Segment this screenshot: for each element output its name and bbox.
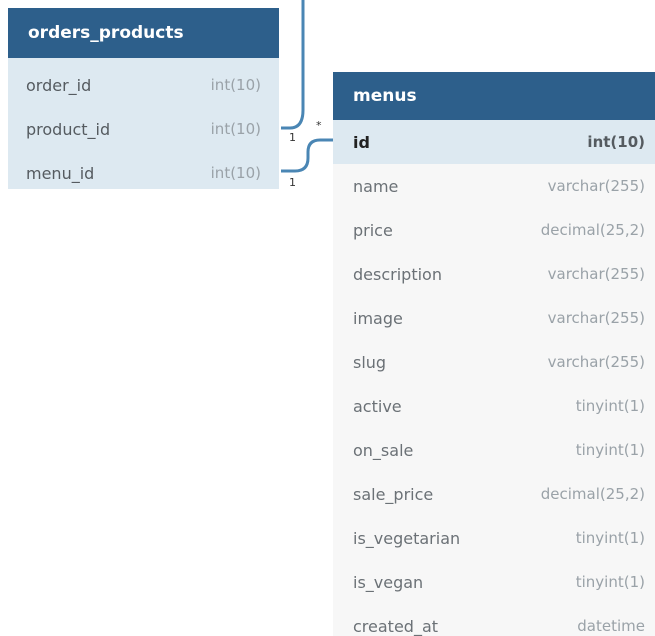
column-type: int(10) bbox=[210, 164, 261, 182]
column-type: varchar(255) bbox=[547, 353, 645, 371]
column-name: image bbox=[353, 308, 403, 328]
column-row-menu-id[interactable]: menu_id int(10) bbox=[8, 151, 279, 195]
menus-title: menus bbox=[333, 72, 655, 120]
column-row-image[interactable]: image varchar(255) bbox=[333, 296, 655, 340]
column-row-id[interactable]: id int(10) bbox=[333, 120, 655, 164]
column-name: slug bbox=[353, 352, 387, 372]
orders-products-columns: order_id int(10) product_id int(10) menu… bbox=[8, 58, 279, 189]
column-row-product-id[interactable]: product_id int(10) bbox=[8, 107, 279, 151]
column-type: datetime bbox=[577, 617, 645, 635]
column-type: int(10) bbox=[210, 120, 261, 138]
column-type: varchar(255) bbox=[547, 309, 645, 327]
column-row-sale-price[interactable]: sale_price decimal(25,2) bbox=[333, 472, 655, 516]
orders-products-title: orders_products bbox=[8, 8, 279, 58]
column-name: product_id bbox=[26, 119, 111, 139]
column-row-is-vegan[interactable]: is_vegan tinyint(1) bbox=[333, 560, 655, 604]
column-row-slug[interactable]: slug varchar(255) bbox=[333, 340, 655, 384]
column-name: on_sale bbox=[353, 440, 414, 460]
column-name: order_id bbox=[26, 75, 92, 95]
menus-table[interactable]: menus id int(10) name varchar(255) price… bbox=[333, 72, 655, 636]
column-row-description[interactable]: description varchar(255) bbox=[333, 252, 655, 296]
column-row-name[interactable]: name varchar(255) bbox=[333, 164, 655, 208]
relation-label-one-product: 1 bbox=[289, 131, 296, 144]
column-row-created-at[interactable]: created_at datetime bbox=[333, 604, 655, 636]
column-name: description bbox=[353, 264, 442, 284]
column-row-order-id[interactable]: order_id int(10) bbox=[8, 63, 279, 107]
column-type: varchar(255) bbox=[547, 265, 645, 283]
column-name: active bbox=[353, 396, 402, 416]
relation-label-one-menu: 1 bbox=[289, 176, 296, 189]
column-type: tinyint(1) bbox=[575, 441, 645, 459]
relation-label-many: * bbox=[316, 119, 322, 132]
column-row-active[interactable]: active tinyint(1) bbox=[333, 384, 655, 428]
column-name: created_at bbox=[353, 616, 439, 636]
column-name: is_vegetarian bbox=[353, 528, 461, 548]
column-name: is_vegan bbox=[353, 572, 424, 592]
column-type: tinyint(1) bbox=[575, 529, 645, 547]
relation-line-product bbox=[281, 0, 305, 130]
menus-columns: id int(10) name varchar(255) price decim… bbox=[333, 120, 655, 636]
orders-products-table[interactable]: orders_products order_id int(10) product… bbox=[8, 8, 279, 189]
relation-line-menu bbox=[281, 138, 333, 173]
column-row-is-vegetarian[interactable]: is_vegetarian tinyint(1) bbox=[333, 516, 655, 560]
column-type: decimal(25,2) bbox=[540, 485, 645, 503]
column-type: tinyint(1) bbox=[575, 573, 645, 591]
column-name: menu_id bbox=[26, 163, 95, 183]
column-type: decimal(25,2) bbox=[540, 221, 645, 239]
column-name: sale_price bbox=[353, 484, 434, 504]
column-type: varchar(255) bbox=[547, 177, 645, 195]
column-name: price bbox=[353, 220, 393, 240]
column-name: name bbox=[353, 176, 399, 196]
column-type: int(10) bbox=[587, 133, 645, 151]
column-row-price[interactable]: price decimal(25,2) bbox=[333, 208, 655, 252]
column-type: tinyint(1) bbox=[575, 397, 645, 415]
column-row-on-sale[interactable]: on_sale tinyint(1) bbox=[333, 428, 655, 472]
column-type: int(10) bbox=[210, 76, 261, 94]
column-name: id bbox=[353, 132, 370, 152]
